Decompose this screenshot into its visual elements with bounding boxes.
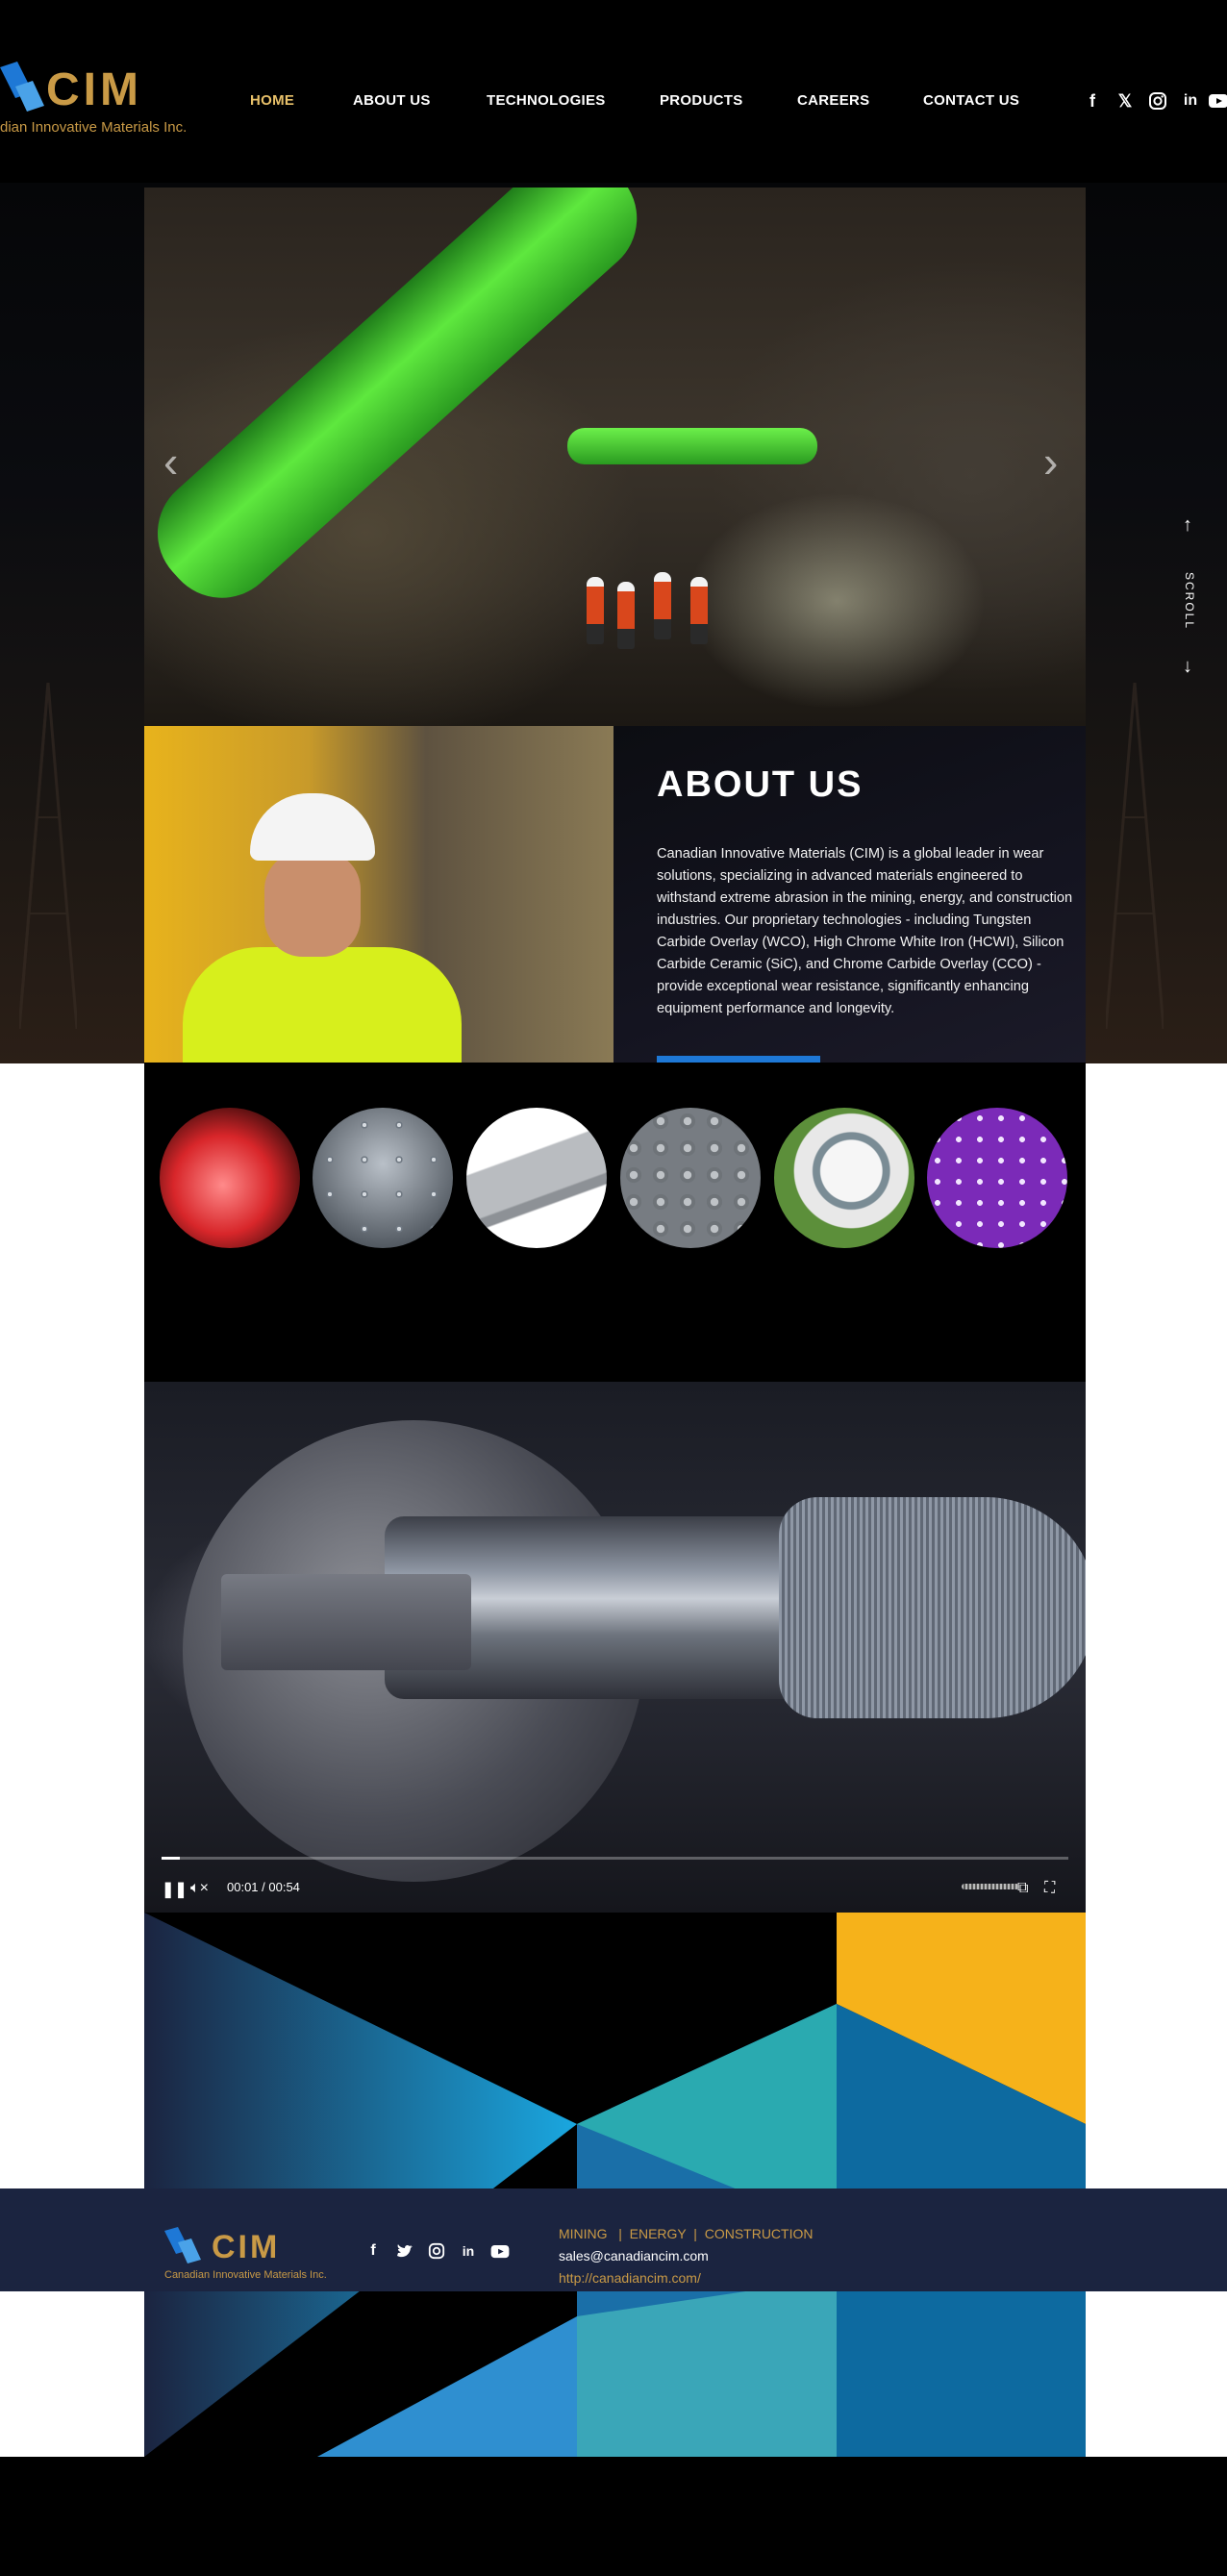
about-accent-bar — [657, 1056, 820, 1063]
miner-figure — [617, 582, 635, 649]
footer-twitter-icon[interactable] — [395, 2241, 414, 2261]
chuck-jaw-graphic — [221, 1574, 471, 1670]
youtube-icon[interactable] — [1208, 90, 1227, 112]
footer-facebook-icon[interactable]: f — [363, 2241, 383, 2261]
slideshow-prev-arrow-icon[interactable]: ‹ — [163, 439, 178, 484]
hero-slideshow[interactable]: ‹ › — [144, 188, 1086, 726]
nav-about-us[interactable]: ABOUT US — [353, 92, 431, 109]
video-progress-bar[interactable] — [162, 1857, 1068, 1860]
about-panel: ABOUT US Canadian Innovative Materials (… — [614, 726, 1086, 1063]
instagram-icon[interactable] — [1147, 90, 1168, 112]
footer-logo-tagline: Canadian Innovative Materials Inc. — [164, 2269, 327, 2281]
mute-icon[interactable]: 🔈︎× — [190, 1880, 209, 1897]
logo-mark-icon[interactable] — [0, 58, 44, 117]
geometric-banner — [144, 1913, 1086, 2457]
footer-youtube-icon[interactable] — [490, 2241, 510, 2261]
about-body: Canadian Innovative Materials (CIM) is a… — [657, 846, 1073, 1016]
geometric-pattern-graphic — [144, 1913, 1086, 2457]
tunnel-pipe-graphic — [144, 188, 661, 622]
nav-technologies[interactable]: TECHNOLOGIES — [487, 92, 606, 109]
site-header: CIM dian Innovative Materials Inc. HOME … — [0, 0, 1227, 183]
about-photo — [144, 726, 614, 1063]
footer-website-link[interactable]: http://canadiancim.com/ — [559, 2270, 701, 2286]
scroll-up-arrow-icon[interactable]: ↑ — [1183, 514, 1192, 537]
threaded-section-graphic — [779, 1497, 1086, 1718]
video-time-display: 00:01 / 00:54 — [227, 1880, 300, 1894]
miner-figure — [587, 577, 604, 644]
footer-logo-wordmark[interactable]: CIM — [212, 2231, 280, 2263]
video-progress-fill — [162, 1857, 180, 1860]
slideshow-next-arrow-icon[interactable]: › — [1043, 439, 1058, 484]
nav-contact-us[interactable]: CONTACT US — [923, 92, 1019, 109]
oil-derrick-graphic — [19, 683, 77, 1029]
scroll-indicator-label: SCROLL — [1183, 572, 1196, 631]
video-player[interactable]: ❚❚ 🔈︎× 00:01 / 00:54 ⧉ ⛶ — [144, 1382, 1086, 1913]
oil-derrick-graphic — [1106, 683, 1164, 1029]
nav-products[interactable]: PRODUCTS — [660, 92, 743, 109]
facebook-icon[interactable]: f — [1082, 90, 1103, 112]
footer-industry-tags: MINING | ENERGY | CONSTRUCTION — [559, 2226, 814, 2241]
footer-email-link[interactable]: sales@canadiancim.com — [559, 2248, 709, 2263]
linkedin-icon[interactable]: in — [1180, 90, 1201, 112]
product-circle-carbide-studs[interactable] — [313, 1108, 453, 1248]
tunnel-pipe-graphic — [567, 428, 817, 464]
hard-hat-graphic — [250, 793, 375, 861]
logo-wordmark[interactable]: CIM — [46, 67, 142, 113]
picture-in-picture-icon[interactable]: ⧉ — [1017, 1880, 1028, 1897]
product-circle-heated-blocks[interactable] — [160, 1108, 300, 1248]
fullscreen-icon[interactable]: ⛶ — [1044, 1880, 1055, 1897]
scroll-down-arrow-icon[interactable]: ↓ — [1183, 656, 1192, 678]
products-strip — [144, 1063, 1086, 1382]
nav-home[interactable]: HOME — [250, 92, 294, 109]
miner-figure — [654, 572, 671, 639]
page-bottom-band — [0, 2457, 1227, 2576]
worker-face-graphic — [264, 851, 361, 957]
product-circle-ceramic-elbow[interactable] — [774, 1108, 914, 1248]
nav-careers[interactable]: CAREERS — [797, 92, 869, 109]
product-circle-purple-studded[interactable] — [927, 1108, 1067, 1248]
footer-instagram-icon[interactable] — [427, 2241, 446, 2261]
pause-icon[interactable]: ❚❚ — [162, 1880, 188, 1899]
about-title: ABOUT US — [657, 764, 864, 805]
worker-jacket-graphic — [183, 947, 462, 1063]
logo-tagline: dian Innovative Materials Inc. — [0, 119, 188, 136]
product-circle-textured-overlay[interactable] — [620, 1108, 761, 1248]
footer-logo-mark-icon[interactable] — [164, 2225, 209, 2265]
video-quality-bar[interactable] — [962, 1884, 1019, 1889]
product-circle-plates[interactable] — [466, 1108, 607, 1248]
x-icon[interactable]: 𝕏 — [1114, 90, 1136, 112]
footer-linkedin-icon[interactable]: in — [459, 2241, 478, 2261]
miner-figure — [690, 577, 708, 644]
